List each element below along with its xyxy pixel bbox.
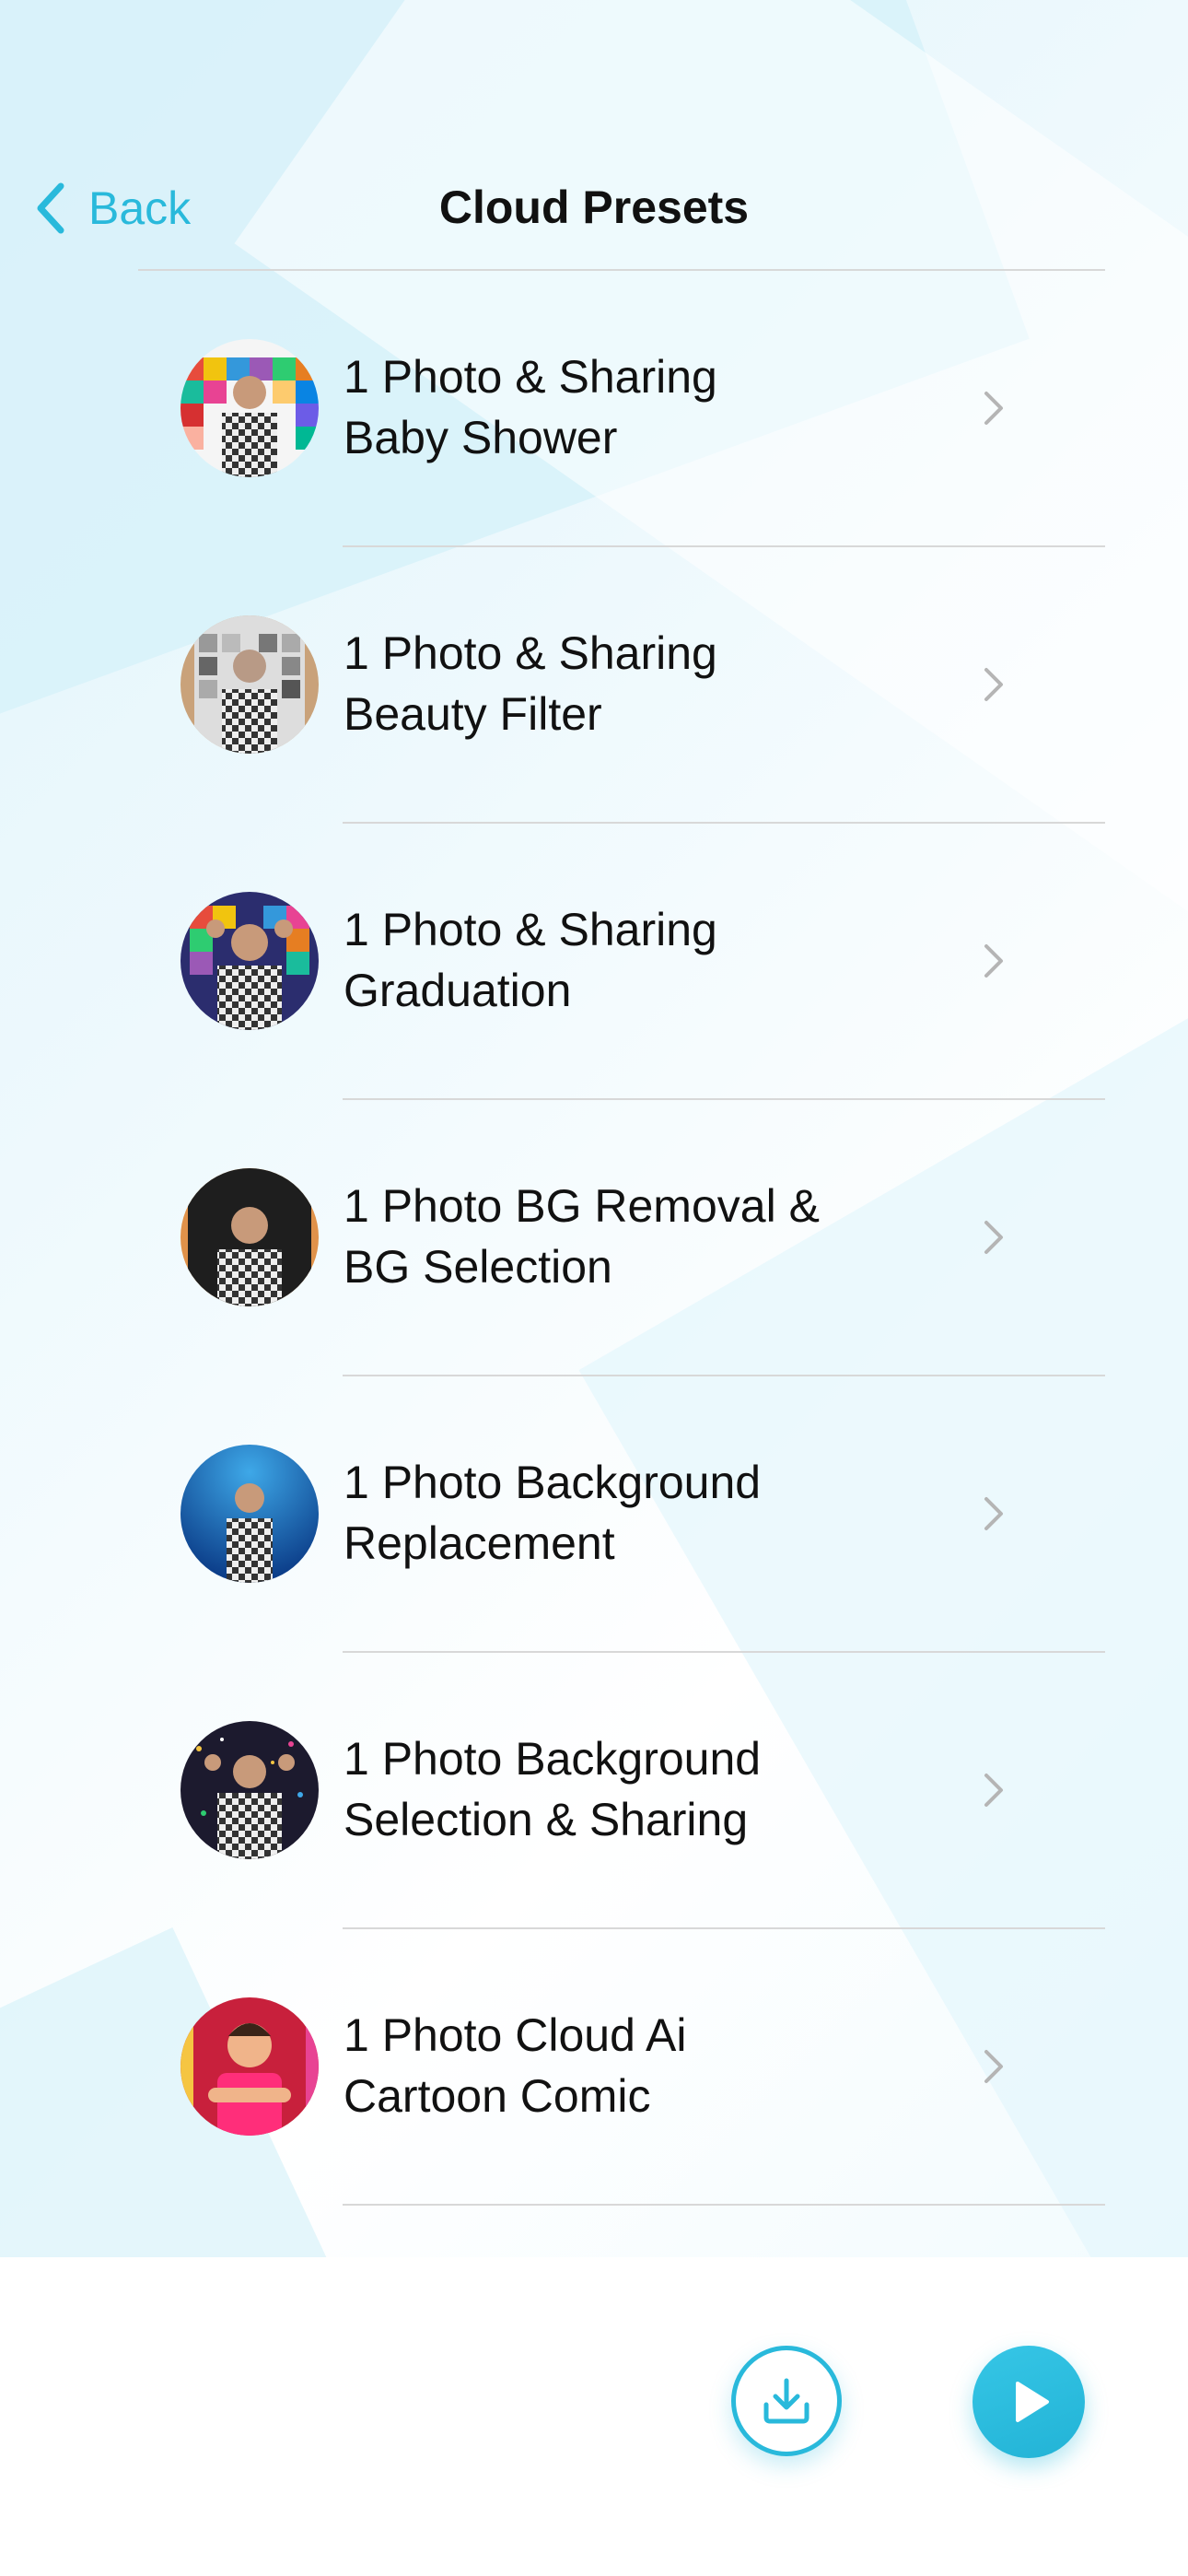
chevron-right-icon [984, 2050, 1003, 2083]
preset-title-line2: BG Selection [344, 1241, 612, 1293]
play-button[interactable] [973, 2346, 1085, 2458]
preset-title-line1: 1 Photo & Sharing [344, 904, 717, 955]
preset-title-line1: 1 Photo Cloud Ai [344, 2009, 687, 2061]
preset-list: 1 Photo & Sharing Baby Shower 1 Photo & … [0, 271, 1188, 2206]
page-title: Cloud Presets [438, 181, 750, 233]
chevron-right-icon [984, 1774, 1003, 1807]
preset-item-baby-shower[interactable]: 1 Photo & Sharing Baby Shower [0, 271, 1188, 547]
preset-title-line1: 1 Photo BG Removal & [344, 1180, 820, 1232]
preset-title-line2: Baby Shower [344, 412, 618, 463]
preset-title-line1: 1 Photo Background [344, 1457, 762, 1508]
preset-thumbnail [181, 1445, 319, 1583]
download-icon [763, 2378, 809, 2424]
chevron-right-icon [984, 1497, 1003, 1530]
preset-thumbnail [181, 892, 319, 1030]
chevron-right-icon [984, 1221, 1003, 1254]
preset-title-line1: 1 Photo & Sharing [344, 627, 717, 679]
preset-item-bg-removal[interactable]: 1 Photo BG Removal & BG Selection [0, 1100, 1188, 1376]
preset-thumbnail [181, 1721, 319, 1859]
preset-title-line2: Selection & Sharing [344, 1794, 749, 1845]
preset-item-beauty-filter[interactable]: 1 Photo & Sharing Beauty Filter [0, 547, 1188, 824]
preset-item-graduation[interactable]: 1 Photo & Sharing Graduation [0, 824, 1188, 1100]
play-icon [1016, 2382, 1049, 2422]
preset-title-line2: Cartoon Comic [344, 2070, 651, 2122]
bottom-toolbar [0, 2257, 1188, 2576]
preset-title-line1: 1 Photo Background [344, 1733, 762, 1785]
navigation-bar: Back Cloud Presets [0, 166, 1188, 251]
preset-item-background-selection[interactable]: 1 Photo Background Selection & Sharing [0, 1653, 1188, 1929]
preset-thumbnail [181, 1168, 319, 1306]
chevron-right-icon [984, 944, 1003, 978]
preset-title-line1: 1 Photo & Sharing [344, 351, 717, 403]
preset-title-line2: Beauty Filter [344, 688, 602, 740]
preset-thumbnail [181, 615, 319, 754]
preset-item-background-replacement[interactable]: 1 Photo Background Replacement [0, 1376, 1188, 1653]
chevron-right-icon [984, 668, 1003, 701]
preset-title-line2: Replacement [344, 1517, 615, 1569]
row-divider [343, 2204, 1105, 2206]
preset-title-line2: Graduation [344, 965, 572, 1016]
download-button[interactable] [731, 2346, 842, 2456]
preset-thumbnail [181, 339, 319, 477]
preset-thumbnail [181, 1997, 319, 2136]
chevron-right-icon [984, 392, 1003, 425]
preset-item-cartoon-comic[interactable]: 1 Photo Cloud Ai Cartoon Comic [0, 1929, 1188, 2206]
